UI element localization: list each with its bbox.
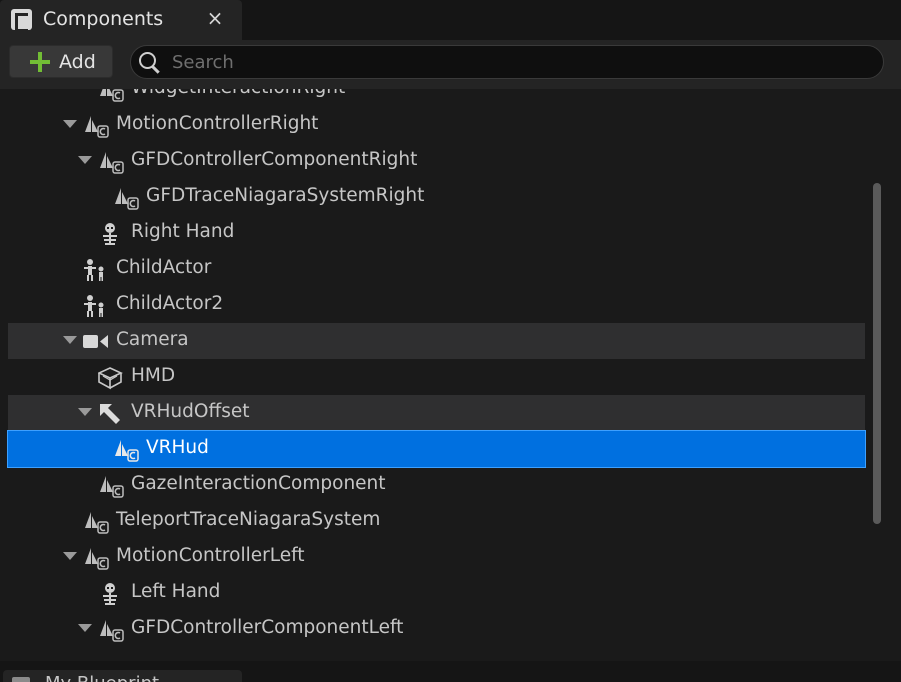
child-actor-icon bbox=[83, 294, 109, 318]
tree-row[interactable]: ChildActor bbox=[8, 251, 865, 287]
tree-row-label: GFDControllerComponentRight bbox=[131, 149, 418, 170]
tree-row-label: TeleportTraceNiagaraSystem bbox=[116, 509, 381, 530]
tree-row-selected[interactable]: VRHud bbox=[7, 430, 866, 468]
tree-row-label: MotionControllerLeft bbox=[116, 545, 305, 566]
camera-icon bbox=[83, 330, 109, 354]
tree-row[interactable]: GazeInteractionComponent bbox=[8, 467, 865, 503]
bottom-tab-label: My Blueprint bbox=[45, 673, 159, 682]
scene-component-icon bbox=[83, 510, 109, 534]
tree-row[interactable]: MotionControllerRight bbox=[8, 107, 865, 143]
scene-component-icon bbox=[98, 89, 124, 102]
components-tab[interactable]: Components × bbox=[0, 0, 242, 40]
tree-row-label: ChildActor bbox=[116, 257, 212, 278]
tree-row-label: GazeInteractionComponent bbox=[131, 473, 386, 494]
child-actor-icon bbox=[83, 258, 109, 282]
tree-row[interactable]: VRHudOffset bbox=[8, 395, 865, 431]
expand-arrow-icon[interactable] bbox=[63, 336, 77, 344]
tree-row-label: Right Hand bbox=[131, 221, 235, 242]
my-blueprint-tab[interactable]: My Blueprint bbox=[3, 670, 242, 682]
add-button-label: Add bbox=[59, 51, 96, 73]
search-icon bbox=[139, 52, 161, 74]
tree-row[interactable]: GFDTraceNiagaraSystemRight bbox=[8, 179, 865, 215]
scene-component-icon bbox=[113, 186, 139, 210]
tree-row[interactable]: HMD bbox=[8, 359, 865, 395]
component-tree: WidgetInteractionRight MotionControllerR… bbox=[0, 89, 901, 661]
components-panel: Add WidgetInteractionRight MotionControl… bbox=[0, 40, 901, 661]
tree-row-label: VRHud bbox=[146, 437, 209, 458]
scene-component-icon bbox=[83, 546, 109, 570]
expand-arrow-icon[interactable] bbox=[63, 120, 77, 128]
tree-row-label: GFDTraceNiagaraSystemRight bbox=[146, 185, 425, 206]
tree-row[interactable]: Left Hand bbox=[8, 575, 865, 611]
expand-arrow-icon[interactable] bbox=[63, 552, 77, 560]
tree-row-label: MotionControllerRight bbox=[116, 113, 319, 134]
tree-row[interactable]: WidgetInteractionRight bbox=[8, 89, 865, 107]
close-icon[interactable]: × bbox=[205, 8, 225, 28]
blueprint-icon bbox=[12, 677, 30, 682]
component-icon bbox=[11, 9, 32, 32]
tree-row[interactable]: Right Hand bbox=[8, 215, 865, 251]
search-box[interactable] bbox=[130, 45, 884, 79]
tree-row-label: VRHudOffset bbox=[131, 401, 250, 422]
arrow-component-icon bbox=[98, 402, 124, 426]
tree-row[interactable]: Camera bbox=[8, 323, 865, 359]
tree-row-label: HMD bbox=[131, 365, 176, 386]
tree-row[interactable]: GFDControllerComponentLeft bbox=[8, 611, 865, 647]
tree-row[interactable]: GFDControllerComponentRight bbox=[8, 143, 865, 179]
vertical-scrollbar[interactable] bbox=[873, 183, 881, 524]
tab-bar: Components × bbox=[0, 0, 901, 41]
scene-component-icon bbox=[98, 150, 124, 174]
static-mesh-icon bbox=[97, 366, 124, 390]
tree-row-label: WidgetInteractionRight bbox=[131, 89, 345, 98]
skeleton-icon bbox=[98, 222, 124, 246]
plus-icon bbox=[30, 52, 50, 72]
tree-row[interactable]: MotionControllerLeft bbox=[8, 539, 865, 575]
scene-component-icon bbox=[98, 474, 124, 498]
scene-component-icon bbox=[83, 114, 109, 138]
tree-row[interactable]: ChildActor2 bbox=[8, 287, 865, 323]
scene-component-icon bbox=[98, 618, 124, 642]
expand-arrow-icon[interactable] bbox=[78, 408, 92, 416]
tab-title: Components bbox=[43, 8, 164, 30]
expand-arrow-icon[interactable] bbox=[78, 624, 92, 632]
tree-row-label: Left Hand bbox=[131, 581, 221, 602]
tree-row-label: ChildActor2 bbox=[116, 293, 224, 314]
toolbar: Add bbox=[0, 40, 901, 86]
tree-row[interactable]: TeleportTraceNiagaraSystem bbox=[8, 503, 865, 539]
skeleton-icon bbox=[98, 582, 124, 606]
expand-arrow-icon[interactable] bbox=[78, 156, 92, 164]
scene-component-icon bbox=[113, 438, 139, 462]
tree-row-label: Camera bbox=[116, 329, 189, 350]
tree-row-label: GFDControllerComponentLeft bbox=[131, 617, 404, 638]
search-input[interactable] bbox=[172, 50, 872, 74]
add-button[interactable]: Add bbox=[9, 45, 113, 78]
